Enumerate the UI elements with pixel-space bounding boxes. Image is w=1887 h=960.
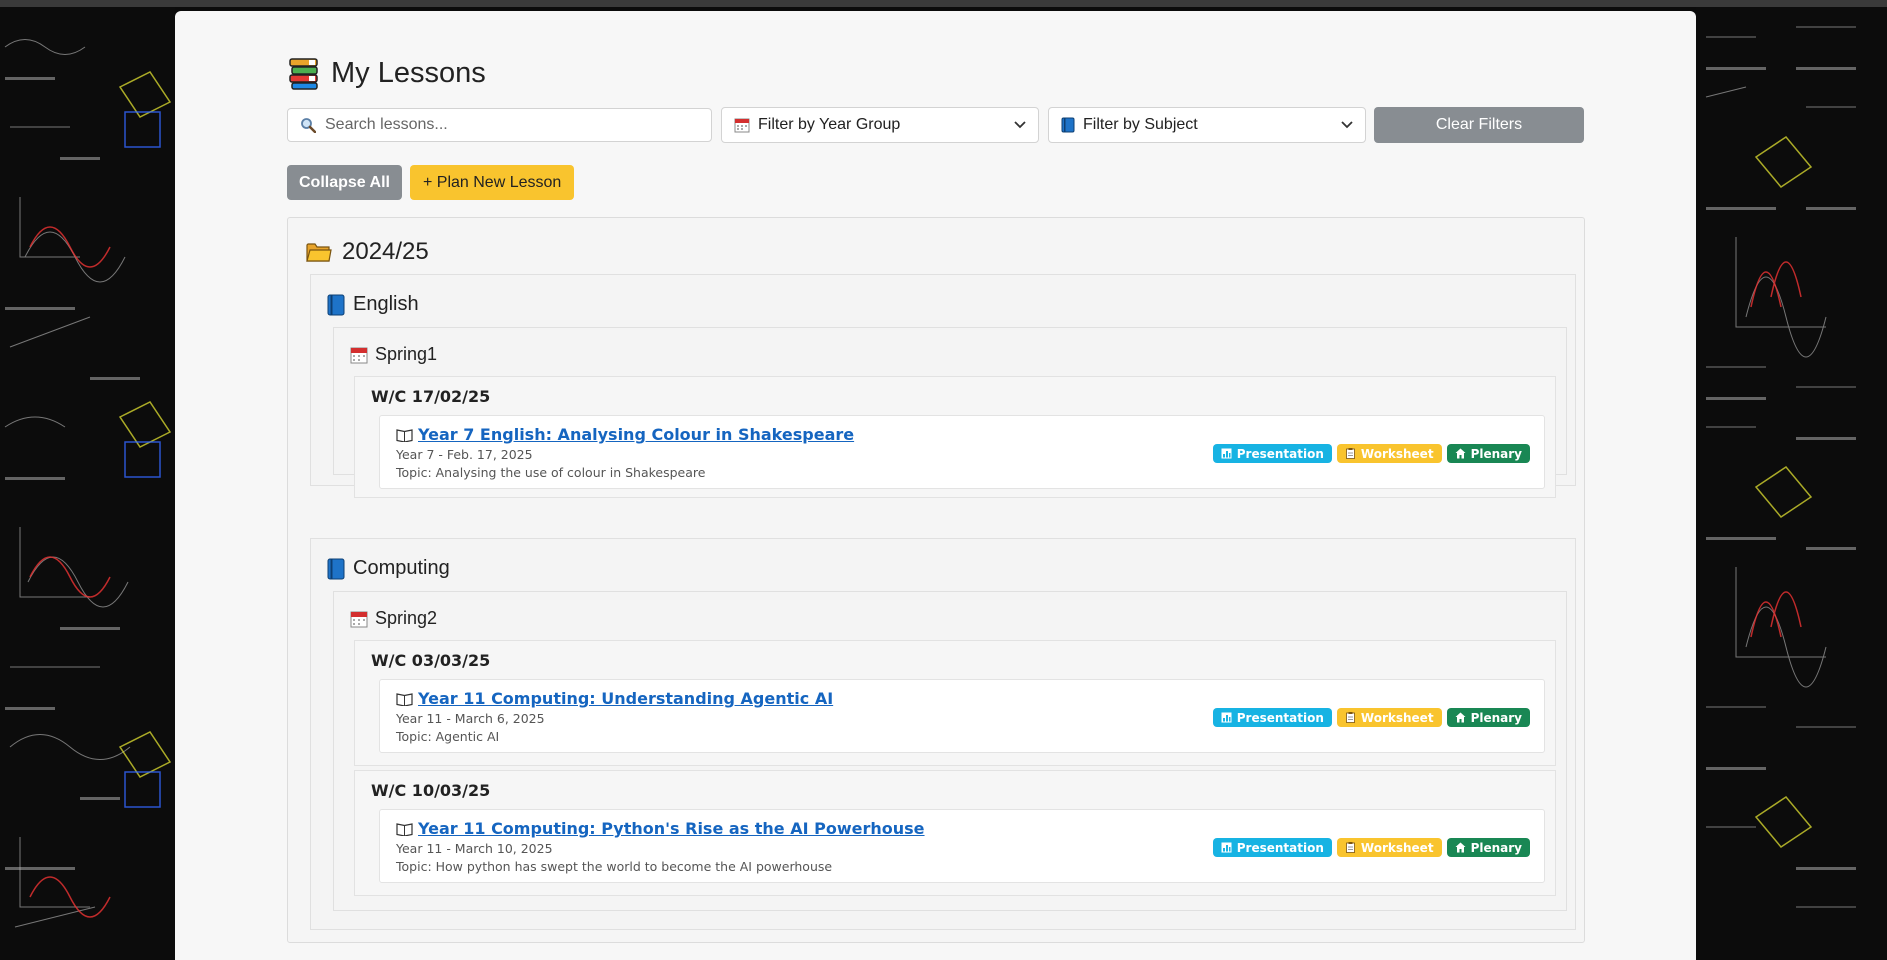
lesson-meta: Year 7 - Feb. 17, 2025 xyxy=(396,447,533,462)
filter-bar: Filter by Year Group Filter by Subject C… xyxy=(287,107,1585,143)
lesson-card: Year 11 Computing: Python's Rise as the … xyxy=(379,809,1545,883)
lesson-link[interactable]: Year 11 Computing: Python's Rise as the … xyxy=(418,819,925,838)
subject-section-english: English Spring1 W/C 17/02/25 Year 7 Engl… xyxy=(310,274,1576,498)
search-box[interactable] xyxy=(287,108,712,142)
lesson-meta: Year 11 - March 10, 2025 xyxy=(396,841,553,856)
year-group-select-label: Filter by Year Group xyxy=(758,116,901,133)
week-label: W/C 10/03/25 xyxy=(371,781,491,800)
week-section: W/C 17/02/25 Year 7 English: Analysing C… xyxy=(354,376,1556,498)
plenary-badge-label: Plenary xyxy=(1470,710,1522,725)
worksheet-badge-label: Worksheet xyxy=(1360,710,1434,725)
presentation-badge[interactable]: Presentation xyxy=(1212,838,1332,857)
page-title-text: My Lessons xyxy=(331,56,486,89)
home-icon xyxy=(1455,448,1466,459)
lesson-meta: Year 11 - March 6, 2025 xyxy=(396,711,545,726)
term-section-spring2: Spring2 W/C 03/03/25 Year 11 Computing: … xyxy=(333,591,1567,911)
subject-heading-english[interactable]: English xyxy=(327,293,419,316)
presentation-badge[interactable]: Presentation xyxy=(1212,708,1332,727)
chevron-down-icon xyxy=(1341,121,1353,129)
collapse-all-button[interactable]: Collapse All xyxy=(287,165,402,200)
worksheet-badge[interactable]: Worksheet xyxy=(1336,838,1442,857)
resource-badges: Presentation Worksheet Plenary xyxy=(1208,444,1530,463)
lesson-link[interactable]: Year 7 English: Analysing Colour in Shak… xyxy=(418,425,854,444)
lesson-card: Year 7 English: Analysing Colour in Shak… xyxy=(379,415,1545,489)
plenary-badge[interactable]: Plenary xyxy=(1446,444,1530,463)
clipboard-icon xyxy=(1346,712,1355,723)
clipboard-icon xyxy=(1346,842,1355,853)
lesson-topic: Topic: Analysing the use of colour in Sh… xyxy=(396,465,706,480)
calendar-icon xyxy=(734,118,750,133)
year-group-section: 2024/25 English Spring1 W/C 17/02/25 Yea… xyxy=(287,217,1585,943)
plan-new-lesson-button[interactable]: + Plan New Lesson xyxy=(409,165,575,200)
subject-select[interactable]: Filter by Subject xyxy=(1048,107,1366,143)
lesson-link[interactable]: Year 11 Computing: Understanding Agentic… xyxy=(418,689,833,708)
search-input[interactable] xyxy=(323,115,711,135)
lesson-title: Year 11 Computing: Python's Rise as the … xyxy=(396,819,925,838)
subject-name: Computing xyxy=(353,557,450,579)
open-book-icon xyxy=(396,428,413,442)
main-panel: My Lessons Filter by Year Group xyxy=(175,11,1696,960)
week-section: W/C 10/03/25 Year 11 Computing: Python's… xyxy=(354,770,1556,896)
worksheet-badge[interactable]: Worksheet xyxy=(1336,708,1442,727)
subject-heading-computing[interactable]: Computing xyxy=(327,557,450,580)
chart-icon xyxy=(1221,448,1232,459)
blue-book-icon xyxy=(327,294,345,315)
plenary-badge-label: Plenary xyxy=(1470,446,1522,461)
chart-icon xyxy=(1221,712,1232,723)
term-heading-spring1[interactable]: Spring1 xyxy=(350,344,437,365)
year-label: 2024/25 xyxy=(342,238,429,265)
term-section-spring1: Spring1 W/C 17/02/25 Year 7 English: Ana… xyxy=(333,327,1567,498)
lesson-title: Year 7 English: Analysing Colour in Shak… xyxy=(396,425,854,444)
blue-book-icon xyxy=(1061,117,1075,133)
lesson-topic: Topic: Agentic AI xyxy=(396,729,500,744)
presentation-badge-label: Presentation xyxy=(1236,710,1324,725)
subject-name: English xyxy=(353,293,419,315)
plenary-badge[interactable]: Plenary xyxy=(1446,838,1530,857)
page-title: My Lessons xyxy=(287,51,1585,95)
term-heading-spring2[interactable]: Spring2 xyxy=(350,608,437,629)
math-background-right xyxy=(1696,7,1887,960)
subject-section-computing: Computing Spring2 W/C 03/03/25 Year 11 C… xyxy=(310,538,1576,930)
week-label: W/C 17/02/25 xyxy=(371,387,491,406)
presentation-badge-label: Presentation xyxy=(1236,840,1324,855)
week-section: W/C 03/03/25 Year 11 Computing: Understa… xyxy=(354,640,1556,766)
folder-icon xyxy=(306,243,332,262)
lesson-title: Year 11 Computing: Understanding Agentic… xyxy=(396,689,833,708)
lesson-topic: Topic: How python has swept the world to… xyxy=(396,859,833,874)
subject-select-label: Filter by Subject xyxy=(1083,116,1198,133)
year-group-select[interactable]: Filter by Year Group xyxy=(721,107,1039,143)
calendar-icon xyxy=(350,611,368,627)
year-heading[interactable]: 2024/25 xyxy=(306,238,429,266)
books-icon xyxy=(287,56,321,90)
term-name: Spring1 xyxy=(375,344,438,364)
chevron-down-icon xyxy=(1014,121,1026,129)
action-bar: Collapse All + Plan New Lesson xyxy=(287,165,1585,201)
lesson-card: Year 11 Computing: Understanding Agentic… xyxy=(379,679,1545,753)
chart-icon xyxy=(1221,842,1232,853)
home-icon xyxy=(1455,842,1466,853)
clipboard-icon xyxy=(1346,448,1355,459)
home-icon xyxy=(1455,712,1466,723)
plenary-badge[interactable]: Plenary xyxy=(1446,708,1530,727)
open-book-icon xyxy=(396,692,413,706)
presentation-badge[interactable]: Presentation xyxy=(1212,444,1332,463)
math-background-left xyxy=(0,7,175,960)
resource-badges: Presentation Worksheet Plenary xyxy=(1208,838,1530,857)
worksheet-badge[interactable]: Worksheet xyxy=(1336,444,1442,463)
browser-top-bar xyxy=(0,0,1887,7)
presentation-badge-label: Presentation xyxy=(1236,446,1324,461)
calendar-icon xyxy=(350,347,368,363)
resource-badges: Presentation Worksheet Plenary xyxy=(1208,708,1530,727)
plenary-badge-label: Plenary xyxy=(1470,840,1522,855)
worksheet-badge-label: Worksheet xyxy=(1360,446,1434,461)
open-book-icon xyxy=(396,822,413,836)
content: My Lessons Filter by Year Group xyxy=(287,51,1585,943)
worksheet-badge-label: Worksheet xyxy=(1360,840,1434,855)
term-name: Spring2 xyxy=(375,608,438,628)
blue-book-icon xyxy=(327,558,345,579)
clear-filters-button[interactable]: Clear Filters xyxy=(1374,107,1584,143)
week-label: W/C 03/03/25 xyxy=(371,651,491,670)
magnifier-icon xyxy=(301,118,316,133)
